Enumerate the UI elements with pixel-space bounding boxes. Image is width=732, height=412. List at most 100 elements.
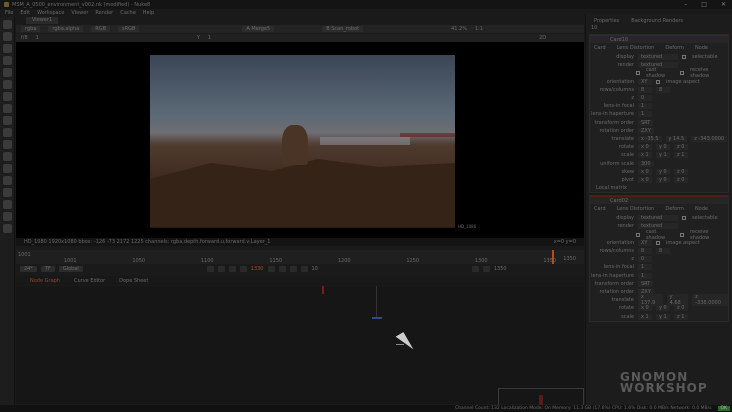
max-panels-field[interactable]: 10 [591,25,597,31]
pivot-y[interactable]: y 0 [656,176,670,183]
play-forward-button[interactable] [267,266,275,272]
gamma-value[interactable]: 1 [208,35,211,41]
metadata-tool-icon[interactable] [2,152,12,161]
transform-tool-icon[interactable] [2,116,12,125]
lens-focal-field[interactable]: 1 [638,103,652,110]
toolsets-tool-icon[interactable] [2,176,12,185]
receive-shadow-checkbox[interactable] [680,232,685,237]
local-matrix-toggle[interactable]: Local matrix [596,185,627,191]
menu-edit[interactable]: Edit [20,10,30,16]
alpha-dropdown[interactable]: rgba.alpha [48,26,84,32]
tab-card[interactable]: Card [594,206,606,212]
ofx-tool-icon[interactable] [2,212,12,221]
other-tool-icon[interactable] [2,188,12,197]
3d-tool-icon[interactable] [2,128,12,137]
views-tool-icon[interactable] [2,140,12,149]
tab-deform[interactable]: Deform [665,206,684,212]
columns-field[interactable]: 8 [656,86,670,93]
image-aspect-checkbox[interactable] [656,240,660,245]
image-tool-icon[interactable] [2,20,12,29]
end-frame-field[interactable]: 1350 [494,266,507,272]
tab-node[interactable]: Node [695,45,708,51]
node[interactable] [372,317,382,319]
lens-focal-field[interactable]: 1 [638,264,652,271]
skew-y[interactable]: y 0 [656,168,670,175]
display-channel-dropdown[interactable]: RGB [91,26,111,32]
lock-button[interactable] [482,266,490,272]
selectable-checkbox[interactable] [682,55,686,60]
next-key-button[interactable] [289,266,297,272]
scale-y[interactable]: y 1 [656,313,670,320]
rows-field[interactable]: 8 [638,248,652,255]
image-aspect-checkbox[interactable] [656,79,660,84]
menu-file[interactable]: File [5,10,13,16]
furnace-tool-icon[interactable] [2,200,12,209]
next-frame-button[interactable] [278,266,286,272]
input-a-dropdown[interactable]: A Merge5 [242,26,275,32]
time-tool-icon[interactable] [2,44,12,53]
transform-order-dropdown[interactable]: SRT [638,280,654,287]
last-frame-button[interactable] [300,266,308,272]
display-dropdown[interactable]: textured [638,54,678,61]
tf-dropdown[interactable]: TF [40,266,55,272]
scale-x[interactable]: x 1 [638,313,652,320]
zoom-level[interactable]: 41.2% [451,26,467,32]
fps-dropdown[interactable]: 24* [20,266,37,272]
lens-haperture-field[interactable]: 1 [638,272,652,279]
tab-node-graph[interactable]: Node Graph [30,278,60,284]
close-button[interactable]: ✕ [721,1,726,8]
tab-viewer1[interactable]: Viewer1 [26,17,59,24]
particles-tool-icon[interactable] [2,164,12,173]
prev-frame-button[interactable] [228,266,236,272]
rotation-order-dropdown[interactable]: ZXY [638,127,654,134]
translate-x[interactable]: x -35.5 [638,135,662,142]
lut-dropdown[interactable]: sRGB [118,26,140,32]
selectable-checkbox[interactable] [682,216,686,221]
keyer-tool-icon[interactable] [2,92,12,101]
menu-help[interactable]: Help [143,10,154,16]
rotate-y[interactable]: y 0 [656,305,670,312]
input-b-dropdown[interactable]: B Scan_robot [322,26,364,32]
maximize-button[interactable]: □ [701,1,707,8]
uniform-scale-field[interactable]: 300 [638,160,654,167]
orientation-dropdown[interactable]: XY [638,239,652,246]
menu-render[interactable]: Render [95,10,113,16]
draw-tool-icon[interactable] [2,32,12,41]
skew-z[interactable]: z 0 [674,168,688,175]
rows-field[interactable]: 8 [638,86,652,93]
gain-value[interactable]: 1 [36,35,39,41]
prev-key-button[interactable] [217,266,225,272]
tab-dope-sheet[interactable]: Dope Sheet [119,278,148,284]
receive-shadow-checkbox[interactable] [680,71,685,76]
rotate-z[interactable]: z 0 [674,144,688,151]
merge-tool-icon[interactable] [2,104,12,113]
translate-z[interactable]: z -338.0000 [692,294,728,307]
rotate-y[interactable]: y 0 [656,144,670,151]
scale-x[interactable]: x 1 [638,152,652,159]
rotate-x[interactable]: x 0 [638,305,652,312]
current-frame-field[interactable]: 1330 [251,266,264,272]
translate-y[interactable]: y 14.5 [665,135,688,142]
tab-node[interactable]: Node [695,206,708,212]
display-dropdown[interactable]: textured [638,215,678,222]
range-dropdown[interactable]: Global [58,266,83,272]
z-field[interactable]: 0 [638,95,652,102]
node-graph-canvas[interactable] [16,286,584,404]
node-name-field[interactable]: Card10 [610,37,628,43]
cast-shadow-checkbox[interactable] [636,232,640,237]
pixel-ratio[interactable]: 1:1 [475,26,483,32]
scale-y[interactable]: y 1 [656,152,670,159]
menu-viewer[interactable]: Viewer [71,10,88,16]
view-mode-dropdown[interactable]: 2D [539,35,546,41]
flipbook-button[interactable] [471,266,479,272]
tab-properties[interactable]: Properties [594,18,619,24]
translate-y[interactable]: y 4.68 [666,294,689,307]
channels-dropdown[interactable]: rgba [21,26,41,32]
tab-lens-distortion[interactable]: Lens Distortion [617,45,655,51]
playhead[interactable] [552,250,554,264]
tab-curve-editor[interactable]: Curve Editor [74,278,105,284]
filter-tool-icon[interactable] [2,80,12,89]
lens-haperture-field[interactable]: 1 [638,111,652,118]
translate-x[interactable]: x 137.9 [637,294,663,307]
node-name-field[interactable]: Card02 [610,198,628,204]
